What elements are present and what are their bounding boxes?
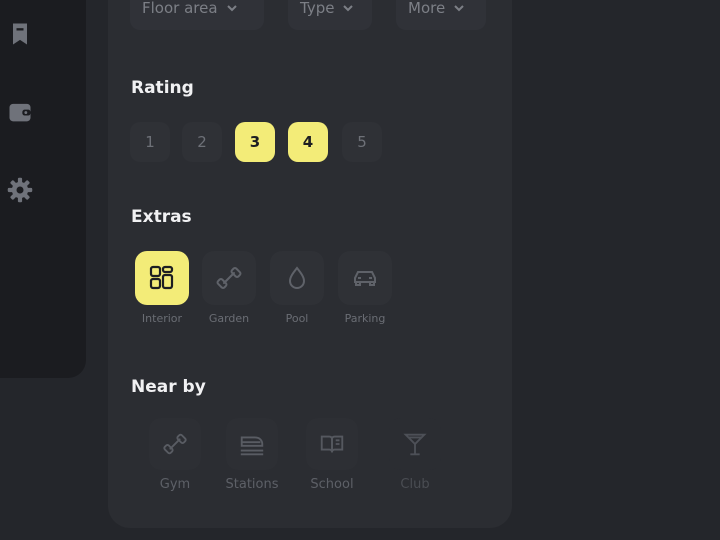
extra-tile[interactable] (338, 251, 392, 305)
dropdown-label: Floor area (142, 0, 218, 17)
extra-label: Parking (344, 312, 386, 325)
rating-option-5[interactable]: 5 (342, 122, 382, 162)
gear-icon[interactable] (4, 174, 36, 206)
nearby-stations[interactable]: Stations (217, 418, 287, 492)
dropdown-label: More (408, 0, 446, 17)
nearby-label: Gym (159, 477, 191, 492)
extra-label: Garden (208, 312, 250, 325)
interior-icon (149, 265, 174, 290)
dropdown-label: Type (300, 0, 335, 17)
floor-area-dropdown[interactable]: Floor area (130, 0, 264, 30)
book-icon (320, 435, 344, 453)
dumbbell-icon (163, 433, 187, 455)
nearby-tile[interactable] (226, 418, 278, 470)
nearby-label: School (310, 477, 354, 492)
water-drop-icon (288, 266, 306, 289)
extra-tile[interactable] (270, 251, 324, 305)
more-dropdown[interactable]: More (396, 0, 486, 30)
rating-option-1[interactable]: 1 (130, 122, 170, 162)
extras-title: Extras (131, 207, 192, 227)
extra-tile[interactable] (202, 251, 256, 305)
cocktail-icon (403, 433, 427, 456)
nearby-club[interactable]: Club (380, 418, 450, 492)
nearby-tile[interactable] (149, 418, 201, 470)
nearby-gym[interactable]: Gym (140, 418, 210, 492)
car-icon (354, 271, 376, 286)
extra-interior[interactable]: Interior (134, 251, 190, 325)
nearby-tile[interactable] (306, 418, 358, 470)
wallet-icon[interactable] (4, 96, 36, 128)
nearby-tile[interactable] (389, 418, 441, 470)
nearby-title: Near by (131, 377, 206, 397)
chevron-down-icon (226, 5, 237, 12)
extra-parking[interactable]: Parking (337, 251, 393, 325)
bookmark-icon[interactable] (4, 18, 36, 50)
train-icon (240, 436, 264, 456)
chevron-down-icon (343, 5, 354, 12)
extra-tile[interactable] (135, 251, 189, 305)
chevron-down-icon (454, 5, 464, 12)
nearby-school[interactable]: School (297, 418, 367, 492)
rating-title: Rating (131, 78, 194, 98)
extra-label: Interior (141, 312, 183, 325)
rating-option-2[interactable]: 2 (182, 122, 222, 162)
app-screen: Floor area Type More Rating 1 2 3 4 5 Ex… (0, 0, 720, 540)
rating-option-4[interactable]: 4 (288, 122, 328, 162)
extra-pool[interactable]: Pool (269, 251, 325, 325)
dumbbell-icon (216, 267, 242, 289)
extra-label: Pool (285, 312, 309, 325)
nearby-label: Stations (225, 477, 279, 492)
extra-garden[interactable]: Garden (201, 251, 257, 325)
type-dropdown[interactable]: Type (288, 0, 372, 30)
sidebar (0, 0, 86, 378)
rating-option-3[interactable]: 3 (235, 122, 275, 162)
nearby-label: Club (400, 477, 430, 492)
